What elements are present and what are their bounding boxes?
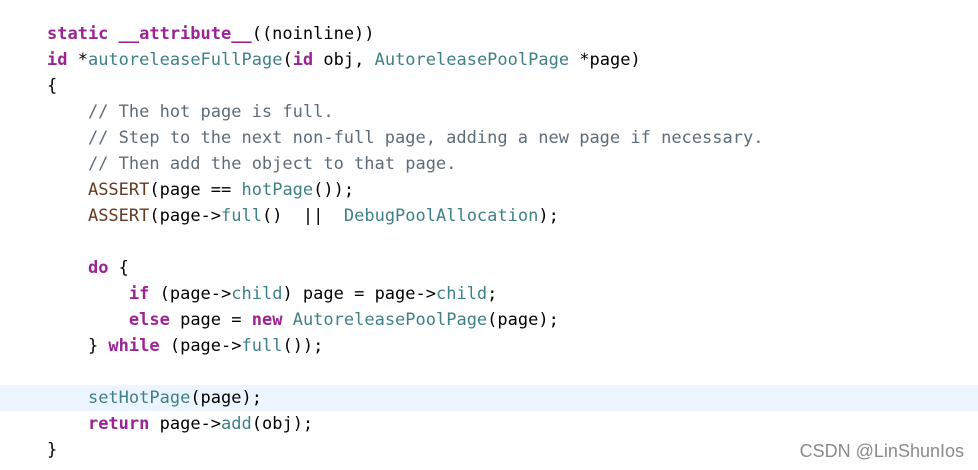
code-token: else	[128, 310, 170, 330]
code-token: child	[435, 284, 488, 304]
code-token: full	[241, 336, 283, 356]
code-token: ((noinline))	[251, 24, 375, 44]
code-text: }	[47, 437, 57, 463]
code-token: () ||	[261, 206, 344, 226]
code-token: page =	[169, 310, 252, 330]
code-token: );	[538, 206, 559, 226]
code-token: do	[87, 258, 109, 278]
code-token: while	[108, 336, 160, 356]
code-token: if	[128, 284, 150, 304]
code-text: if (page->child) page = page->child;	[47, 281, 498, 307]
code-token: {	[108, 258, 129, 278]
code-text: do {	[47, 255, 129, 281]
code-line-current[interactable]: setHotPage(page);	[0, 385, 978, 411]
code-line[interactable]: static __attribute__((noinline))	[0, 21, 978, 47]
code-token: AutoreleasePoolPage	[374, 50, 570, 70]
code-token: {	[47, 76, 58, 96]
code-token: static __attribute__	[47, 24, 252, 44]
code-token: (page->	[149, 206, 222, 226]
code-text: ASSERT(page == hotPage());	[47, 177, 354, 203]
code-token: id	[292, 50, 314, 70]
code-token: setHotPage	[87, 388, 191, 408]
code-line[interactable]: ASSERT(page->full() || DebugPoolAllocati…	[0, 203, 978, 229]
code-line[interactable]: // Step to the next non-full page, addin…	[0, 125, 978, 151]
code-token: // The hot page is full.	[47, 102, 334, 122]
code-token: DebugPoolAllocation	[343, 206, 539, 226]
code-token: ());	[313, 180, 355, 200]
code-token: }	[47, 440, 58, 460]
code-token: child	[231, 284, 283, 304]
code-token: (	[282, 50, 293, 70]
code-token: *page)	[569, 50, 641, 70]
code-token: full	[221, 206, 262, 226]
code-text: // Then add the object to that page.	[47, 151, 456, 177]
code-text: id *autoreleaseFullPage(id obj, Autorele…	[47, 47, 641, 73]
code-line[interactable]: // Then add the object to that page.	[0, 151, 978, 177]
code-token: AutoreleasePoolPage	[292, 310, 488, 330]
code-editor[interactable]: static __attribute__((noinline)) id *auto…	[0, 0, 978, 470]
watermark: CSDN @LinShunIos	[799, 441, 964, 461]
code-line[interactable]: if (page->child) page = page->child;	[0, 281, 978, 307]
code-token: }	[47, 336, 109, 356]
code-text: else page = new AutoreleasePoolPage(page…	[47, 307, 559, 333]
code-line[interactable]: {	[0, 73, 978, 99]
code-token: ) page = page->	[282, 284, 436, 304]
code-line[interactable]: id *autoreleaseFullPage(id obj, Autorele…	[0, 47, 978, 73]
code-token: (page ==	[149, 180, 242, 200]
code-text: ASSERT(page->full() || DebugPoolAllocati…	[47, 203, 559, 229]
code-line[interactable]: return page->add(obj);	[0, 411, 978, 437]
code-text: {	[47, 73, 57, 99]
code-token: page->	[149, 414, 222, 434]
code-token: (page->	[159, 336, 242, 356]
code-token: (page);	[487, 310, 559, 330]
code-token: hotPage	[241, 180, 314, 200]
code-text: } while (page->full());	[47, 333, 323, 359]
code-token: obj,	[313, 50, 375, 70]
code-token: ASSERT	[87, 206, 150, 226]
code-token: ;	[487, 284, 498, 304]
code-token: // Then add the object to that page.	[47, 154, 457, 174]
code-token: // Step to the next non-full page, addin…	[47, 128, 764, 148]
code-token: new	[251, 310, 283, 330]
code-line[interactable]: } while (page->full());	[0, 333, 978, 359]
code-token: ());	[282, 336, 324, 356]
code-token: (obj);	[251, 414, 314, 434]
code-token: return	[87, 414, 150, 434]
code-token: ASSERT	[87, 180, 150, 200]
code-text: // The hot page is full.	[47, 99, 334, 125]
code-line[interactable]: ASSERT(page == hotPage());	[0, 177, 978, 203]
code-line[interactable]: do {	[0, 255, 978, 281]
code-text: setHotPage(page);	[47, 385, 262, 411]
code-text: return page->add(obj);	[47, 411, 313, 437]
code-line[interactable]	[0, 359, 978, 385]
code-token: (page);	[190, 388, 262, 408]
code-token: (page->	[149, 284, 232, 304]
code-line[interactable]	[0, 229, 978, 255]
code-text: static __attribute__((noinline))	[47, 21, 375, 47]
code-text: // Step to the next non-full page, addin…	[47, 125, 764, 151]
code-token: id	[47, 50, 68, 70]
code-line[interactable]: else page = new AutoreleasePoolPage(page…	[0, 307, 978, 333]
code-token: autoreleaseFullPage	[87, 50, 283, 70]
code-line[interactable]: // The hot page is full.	[0, 99, 978, 125]
code-token: add	[221, 414, 252, 434]
code-token: *	[67, 50, 88, 70]
